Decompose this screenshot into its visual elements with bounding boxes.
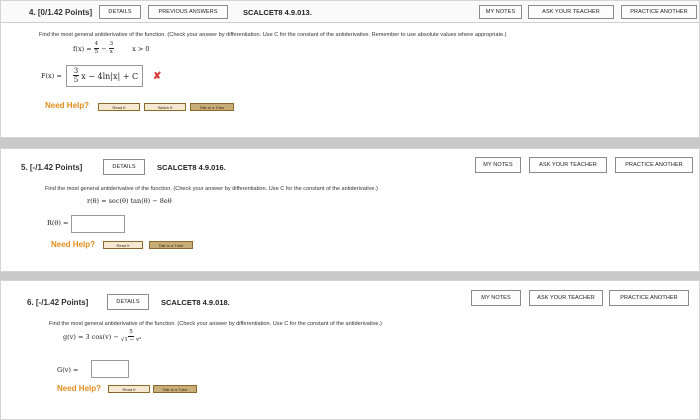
- question-6-instructions: Find the most general antiderivative of …: [49, 321, 382, 327]
- function-domain: x > 0: [132, 44, 150, 53]
- fraction-five-over-root: 5 √1 − v²: [120, 329, 142, 343]
- question-6-answer-label: G(v) =: [57, 366, 79, 374]
- question-5-answer-label: R(θ) =: [47, 219, 69, 227]
- function-lhs: g(v) = 3 cos(v) −: [63, 332, 119, 341]
- answer-lhs: F(x) =: [41, 72, 62, 80]
- read-it-button[interactable]: Read It: [98, 103, 140, 111]
- minus-sign: −: [101, 44, 107, 53]
- incorrect-x-icon: ✘: [153, 71, 162, 82]
- question-6-code: SCALCET8 4.9.018.: [161, 298, 230, 307]
- question-4-points: 4. [0/1.42 Points]: [29, 8, 93, 17]
- question-6-function: g(v) = 3 cos(v) − 5 √1 − v²: [63, 329, 143, 343]
- ask-teacher-button[interactable]: ASK YOUR TEACHER: [529, 290, 603, 306]
- practice-another-button[interactable]: PRACTICE ANOTHER: [621, 5, 697, 19]
- answer-input-r[interactable]: [71, 215, 125, 233]
- question-4-function: f(x) = 4 5 − 3 x x > 0: [73, 41, 150, 55]
- question-4-code: SCALCET8 4.9.013.: [243, 8, 312, 17]
- practice-another-button[interactable]: PRACTICE ANOTHER: [609, 290, 689, 306]
- my-notes-button[interactable]: MY NOTES: [475, 157, 521, 173]
- previous-answers-button[interactable]: PREVIOUS ANSWERS: [148, 5, 228, 19]
- read-it-button[interactable]: Read It: [103, 241, 143, 249]
- question-5-points: 5. [-/1.42 Points]: [21, 163, 83, 172]
- answer-input-g[interactable]: [91, 360, 129, 378]
- fraction-denominator: 5: [94, 48, 99, 55]
- fraction-denominator: 5: [73, 76, 79, 84]
- fraction-three-over-x: 3 x: [108, 41, 115, 55]
- fraction-denominator: x: [109, 48, 113, 55]
- question-4-card: 4. [0/1.42 Points] DETAILS PREVIOUS ANSW…: [0, 0, 700, 138]
- read-it-button[interactable]: Read It: [108, 385, 150, 393]
- fraction-denominator: √1 − v²: [120, 336, 142, 343]
- talk-to-tutor-button[interactable]: Talk to a Tutor: [153, 385, 197, 393]
- details-button[interactable]: DETAILS: [103, 159, 145, 175]
- answer-input-f[interactable]: 3 5 x − 4ln|x| + C: [65, 65, 144, 87]
- need-help-label: Need Help?: [57, 384, 102, 393]
- question-6-points: 6. [-/1.42 Points]: [27, 298, 89, 307]
- fraction-four-fifths: 4 5: [93, 41, 100, 55]
- question-4-answer: F(x) = 3 5 x − 4ln|x| + C: [41, 65, 144, 87]
- watch-it-button[interactable]: Watch It: [144, 103, 186, 111]
- details-button[interactable]: DETAILS: [107, 294, 149, 310]
- question-5-function: r(θ) = sec(θ) tan(θ) − 8eθ: [87, 197, 172, 205]
- question-5-instructions: Find the most general antiderivative of …: [45, 186, 378, 192]
- practice-another-button[interactable]: PRACTICE ANOTHER: [615, 157, 693, 173]
- need-help-label: Need Help?: [45, 101, 90, 110]
- ask-teacher-button[interactable]: ASK YOUR TEACHER: [529, 157, 607, 173]
- question-5-code: SCALCET8 4.9.016.: [157, 163, 226, 172]
- my-notes-button[interactable]: MY NOTES: [471, 290, 521, 306]
- ask-teacher-button[interactable]: ASK YOUR TEACHER: [528, 5, 614, 19]
- details-button[interactable]: DETAILS: [99, 5, 141, 19]
- fraction-three-fifths: 3 5: [72, 67, 80, 84]
- question-6-card: 6. [-/1.42 Points] DETAILS SCALCET8 4.9.…: [0, 280, 700, 420]
- function-lhs: f(x) =: [73, 44, 92, 53]
- my-notes-button[interactable]: MY NOTES: [479, 5, 522, 19]
- answer-expression: x − 4ln|x| + C: [81, 71, 139, 81]
- question-5-card: 5. [-/1.42 Points] DETAILS SCALCET8 4.9.…: [0, 148, 700, 272]
- talk-to-tutor-button[interactable]: Talk to a Tutor: [149, 241, 193, 249]
- need-help-label: Need Help?: [51, 240, 96, 249]
- talk-to-tutor-button[interactable]: Talk to a Tutor: [190, 103, 234, 111]
- question-4-instructions: Find the most general antiderivative of …: [39, 32, 507, 38]
- fraction-numerator: 3: [72, 67, 80, 76]
